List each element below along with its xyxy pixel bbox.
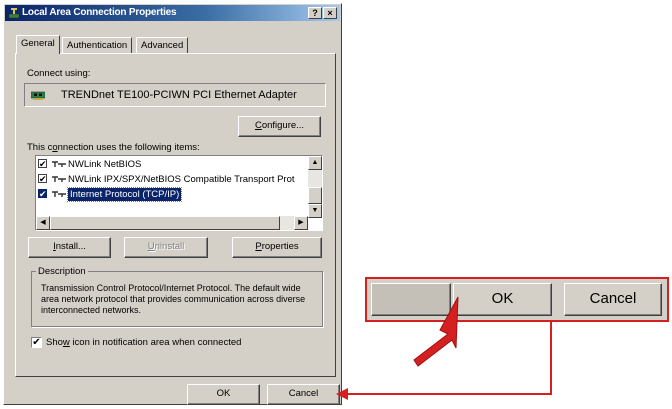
list-item-tcp-ip[interactable]: ✔ Internet Protocol (TCP/IP) bbox=[38, 187, 310, 202]
scroll-thumb[interactable] bbox=[308, 187, 322, 204]
ok-button[interactable]: OK bbox=[187, 384, 260, 405]
item-checkbox[interactable]: ✔ bbox=[38, 189, 47, 199]
network-connection-icon bbox=[8, 8, 20, 19]
cancel-button[interactable]: Cancel bbox=[267, 384, 340, 405]
components-list[interactable]: ✔ NWLink NetBIOS ✔ NWLink IPX/SPX/NetBIO… bbox=[35, 155, 323, 231]
adapter-field: TRENDnet TE100-PCIWN PCI Ethernet Adapte… bbox=[24, 83, 326, 107]
show-icon-checkbox[interactable]: ✔ bbox=[31, 337, 42, 348]
scroll-down-icon[interactable]: ▼ bbox=[308, 204, 322, 218]
network-adapter-icon bbox=[31, 91, 45, 100]
vertical-scrollbar[interactable]: ▲ ▼ bbox=[308, 156, 322, 218]
scroll-right-icon[interactable]: ▶ bbox=[294, 216, 308, 230]
scroll-thumb-horizontal[interactable] bbox=[50, 216, 280, 230]
item-checkbox[interactable]: ✔ bbox=[38, 174, 47, 184]
item-checkbox[interactable]: ✔ bbox=[38, 159, 47, 169]
properties-dialog: Local Area Connection Properties ? × Gen… bbox=[3, 3, 342, 405]
tab-authentication[interactable]: Authentication bbox=[62, 37, 133, 53]
item-label: Internet Protocol (TCP/IP) bbox=[66, 187, 183, 202]
uninstall-button[interactable]: Uninstall bbox=[124, 237, 208, 258]
help-button[interactable]: ? bbox=[308, 7, 322, 19]
list-item-nwlink-ipx[interactable]: ✔ NWLink IPX/SPX/NetBIOS Compatible Tran… bbox=[38, 173, 310, 187]
install-button[interactable]: Install... bbox=[28, 237, 111, 258]
list-item-nwlink-netbios[interactable]: ✔ NWLink NetBIOS bbox=[38, 158, 310, 172]
components-label: This connection uses the following items… bbox=[27, 142, 200, 153]
tab-advanced[interactable]: Advanced bbox=[136, 37, 189, 53]
tab-general[interactable]: General bbox=[16, 35, 60, 54]
item-label: NWLink NetBIOS bbox=[68, 159, 142, 170]
window-title: Local Area Connection Properties bbox=[22, 7, 177, 18]
adapter-name: TRENDnet TE100-PCIWN PCI Ethernet Adapte… bbox=[61, 89, 297, 101]
horizontal-scrollbar[interactable]: ◀ ▶ bbox=[36, 216, 308, 230]
connector-line bbox=[344, 322, 552, 395]
title-bar[interactable]: Local Area Connection Properties ? × bbox=[5, 5, 340, 21]
scroll-up-icon[interactable]: ▲ bbox=[308, 156, 322, 170]
close-button[interactable]: × bbox=[323, 7, 337, 19]
zoomed-buttons-callout: OK Cancel bbox=[365, 277, 669, 322]
show-icon-label[interactable]: Show icon in notification area when conn… bbox=[46, 337, 241, 348]
protocol-icon bbox=[52, 176, 66, 182]
configure-button[interactable]: Configure... bbox=[238, 116, 321, 137]
item-label: NWLink IPX/SPX/NetBIOS Compatible Transp… bbox=[68, 174, 295, 185]
description-text: Transmission Control Protocol/Internet P… bbox=[41, 283, 306, 315]
protocol-icon bbox=[52, 191, 66, 197]
zoomed-ok-button[interactable]: OK bbox=[453, 283, 552, 316]
properties-button[interactable]: Properties bbox=[232, 237, 322, 258]
protocol-icon bbox=[52, 161, 66, 167]
scroll-left-icon[interactable]: ◀ bbox=[36, 216, 50, 230]
zoomed-bar bbox=[371, 283, 451, 316]
zoomed-cancel-button[interactable]: Cancel bbox=[564, 283, 662, 316]
connect-using-label: Connect using: bbox=[27, 68, 91, 79]
description-title: Description bbox=[36, 266, 88, 277]
